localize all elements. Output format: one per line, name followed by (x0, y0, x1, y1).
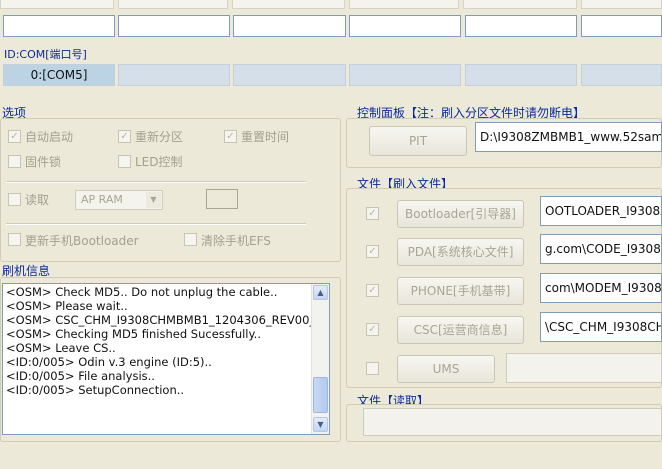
log-output[interactable]: <OSM> Check MD5.. Do not unplug the cabl… (2, 283, 330, 435)
log-line: <ID:0/005> Odin v.3 engine (ID:5).. (6, 355, 212, 369)
log-line: <OSM> CSC_CHM_I9308CHMBMB1_1204306_REV00… (6, 313, 313, 327)
com-port-tile[interactable] (349, 64, 461, 86)
reset-time-label: 重置时间 (241, 130, 290, 144)
scroll-thumb[interactable] (313, 377, 328, 413)
auto-reboot-checkbox[interactable]: ✓ (8, 130, 21, 143)
phone-path-field[interactable]: com\MODEM_I9308ZM (540, 273, 662, 303)
bootloader-button[interactable]: Bootloader[引导器] (397, 200, 524, 228)
read-size-box[interactable] (206, 189, 238, 209)
firmware-lock-checkbox[interactable] (8, 155, 21, 168)
csc-button[interactable]: CSC[运营商信息] (397, 316, 524, 344)
clear-efs-label: 清除手机EFS (201, 234, 271, 248)
options-divider (6, 181, 306, 183)
port-slot (349, 15, 461, 37)
top-slot-tile (463, 0, 577, 9)
options-divider (6, 223, 306, 225)
log-line: <OSM> Please wait.. (6, 299, 128, 313)
top-slot-tile (232, 0, 345, 9)
log-line: <OSM> Leave CS.. (6, 341, 116, 355)
phone-button[interactable]: PHONE[手机基带] (397, 277, 524, 305)
bootloader-checkbox[interactable]: ✓ (366, 207, 379, 220)
led-control-label: LED控制 (135, 155, 183, 169)
ums-checkbox[interactable] (366, 362, 379, 375)
csc-path-field[interactable]: \CSC_CHM_I9308CHM (540, 312, 662, 342)
log-line: <ID:0/005> File analysis.. (6, 369, 155, 383)
repartition-label: 重新分区 (135, 130, 184, 144)
csc-checkbox[interactable]: ✓ (366, 323, 379, 336)
bootloader-path-field[interactable]: OOTLOADER_I9308ZM (540, 196, 662, 226)
com-port-tile[interactable] (118, 64, 230, 86)
ap-ram-select[interactable]: AP RAM ▼ (75, 190, 163, 210)
led-control-checkbox[interactable] (118, 155, 131, 168)
scroll-down-icon[interactable]: ▼ (313, 417, 328, 432)
port-slot (465, 15, 577, 37)
com-port-tile[interactable]: 0:[COM5] (3, 64, 115, 86)
log-line: <OSM> Checking MD5 finished Sucessfully.… (6, 327, 261, 341)
ums-button[interactable]: UMS (397, 355, 495, 383)
ap-ram-value: AP RAM (81, 193, 123, 206)
repartition-checkbox[interactable]: ✓ (118, 130, 131, 143)
com-port-tile[interactable] (465, 64, 577, 86)
com-port-tile[interactable] (233, 64, 346, 86)
chevron-down-icon: ▼ (146, 192, 161, 208)
ums-path-field[interactable] (506, 353, 662, 383)
read-checkbox[interactable] (8, 193, 21, 206)
read-label: 读取 (25, 193, 50, 207)
top-slot-tile (0, 0, 114, 9)
phone-checkbox[interactable]: ✓ (366, 284, 379, 297)
update-bootloader-checkbox[interactable] (8, 233, 21, 246)
port-slot (581, 15, 662, 37)
log-line: <ID:0/005> SetupConnection.. (6, 383, 185, 397)
log-scrollbar[interactable]: ▲ ▼ (311, 284, 329, 434)
port-slot (3, 15, 115, 37)
id-com-label: ID:COM[端口号] (4, 48, 87, 61)
com-port-tile[interactable] (581, 64, 662, 86)
port-slot (118, 15, 230, 37)
pda-button[interactable]: PDA[系统核心文件] (397, 238, 524, 266)
update-bootloader-label: 更新手机Bootloader (25, 234, 139, 248)
top-slot-tile (118, 0, 228, 9)
pda-checkbox[interactable]: ✓ (366, 245, 379, 258)
pit-button[interactable]: PIT (369, 126, 467, 156)
firmware-lock-label: 固件锁 (25, 155, 62, 169)
top-slot-tile (349, 0, 459, 9)
reset-time-checkbox[interactable]: ✓ (224, 130, 237, 143)
pit-path-field[interactable]: D:\I9308ZMBMB1_www.52samsung (475, 122, 662, 152)
top-slot-tile (581, 0, 662, 9)
port-slot (233, 15, 346, 37)
read-path-field[interactable] (363, 408, 662, 436)
auto-reboot-label: 自动启动 (25, 130, 74, 144)
scroll-up-icon[interactable]: ▲ (313, 285, 328, 300)
log-line: <OSM> Check MD5.. Do not unplug the cabl… (6, 285, 278, 299)
clear-efs-checkbox[interactable] (184, 233, 197, 246)
pda-path-field[interactable]: g.com\CODE_I9308ZM (540, 234, 662, 264)
